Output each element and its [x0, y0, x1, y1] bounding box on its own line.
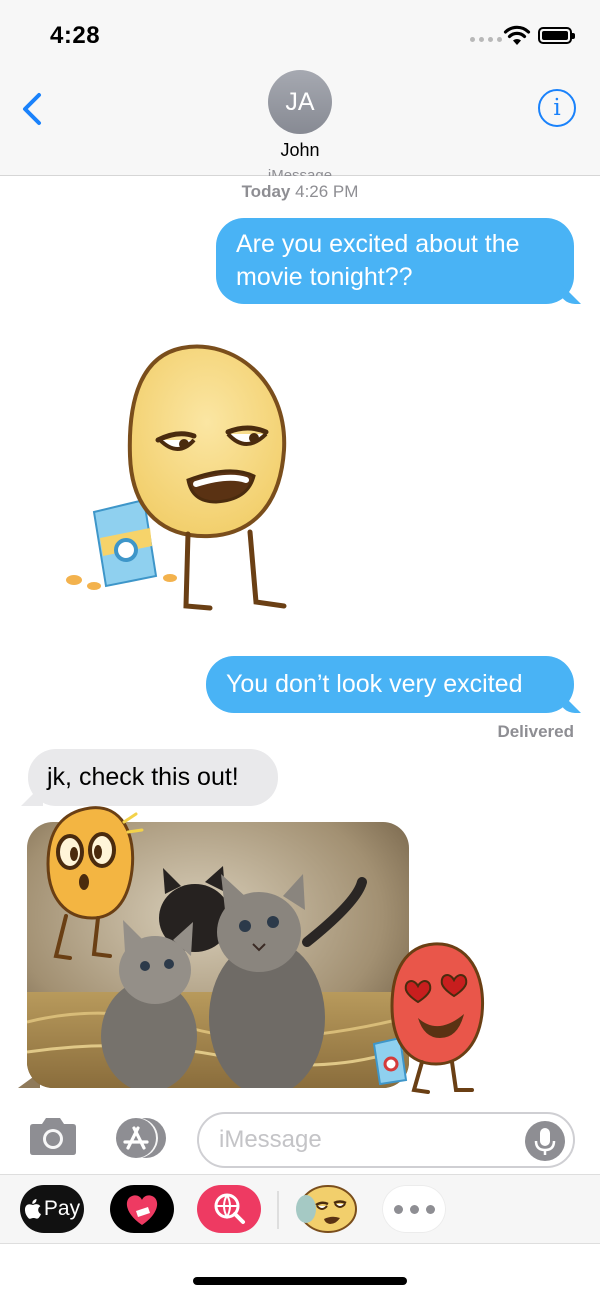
home-indicator[interactable]: [193, 1277, 407, 1285]
outgoing-message[interactable]: You don’t look very excited: [206, 656, 574, 713]
contact-name[interactable]: John: [0, 140, 600, 161]
cellular-signal-icon: [470, 37, 502, 42]
microphone-icon: [534, 1128, 556, 1155]
timestamp-day: Today: [241, 182, 291, 201]
apple-logo-icon: [24, 1199, 41, 1219]
conversation-header: JA John i: [0, 70, 600, 176]
message-timestamp: Today 4:26 PM: [0, 182, 600, 202]
surprised-potato-sticker[interactable]: [40, 806, 150, 966]
timestamp-time: 4:26 PM: [295, 182, 359, 201]
more-apps-button[interactable]: [382, 1185, 446, 1233]
digital-touch-app[interactable]: [110, 1185, 174, 1233]
potato-sticker-app[interactable]: [294, 1185, 358, 1233]
delivery-status: Delivered: [497, 722, 574, 741]
potato-face-icon: [296, 1185, 357, 1233]
app-store-icon[interactable]: [112, 1116, 170, 1160]
microphone-button[interactable]: [525, 1121, 565, 1161]
message-input-field[interactable]: [197, 1112, 575, 1168]
messages-screen: 4:28 JA John i iMessage Today 4:26 PM Ar…: [0, 0, 600, 1299]
apple-pay-label: Pay: [43, 1197, 81, 1220]
heart-eyes-potato-sticker[interactable]: [370, 940, 495, 1100]
contact-avatar[interactable]: JA: [268, 70, 332, 134]
status-bar: 4:28: [0, 0, 600, 70]
globe-search-icon: [214, 1193, 245, 1224]
info-icon[interactable]: i: [538, 89, 576, 127]
status-time: 4:28: [50, 22, 101, 49]
images-search-app[interactable]: [197, 1185, 261, 1233]
imessage-app-drawer: Pay: [0, 1174, 600, 1244]
outgoing-message[interactable]: Are you excited about the movie tonight?…: [216, 218, 574, 304]
potato-sticker[interactable]: [60, 340, 300, 620]
message-input[interactable]: [219, 1124, 519, 1156]
wifi-icon: [503, 25, 531, 45]
camera-icon[interactable]: [26, 1117, 80, 1157]
incoming-message[interactable]: jk, check this out!: [28, 749, 278, 806]
back-chevron-icon[interactable]: [18, 92, 48, 126]
service-label: iMessage: [267, 167, 333, 176]
heart-touch-icon: [126, 1195, 158, 1225]
battery-icon: [538, 27, 575, 44]
apple-pay-app[interactable]: Pay: [20, 1185, 84, 1233]
drawer-divider: [277, 1191, 279, 1229]
